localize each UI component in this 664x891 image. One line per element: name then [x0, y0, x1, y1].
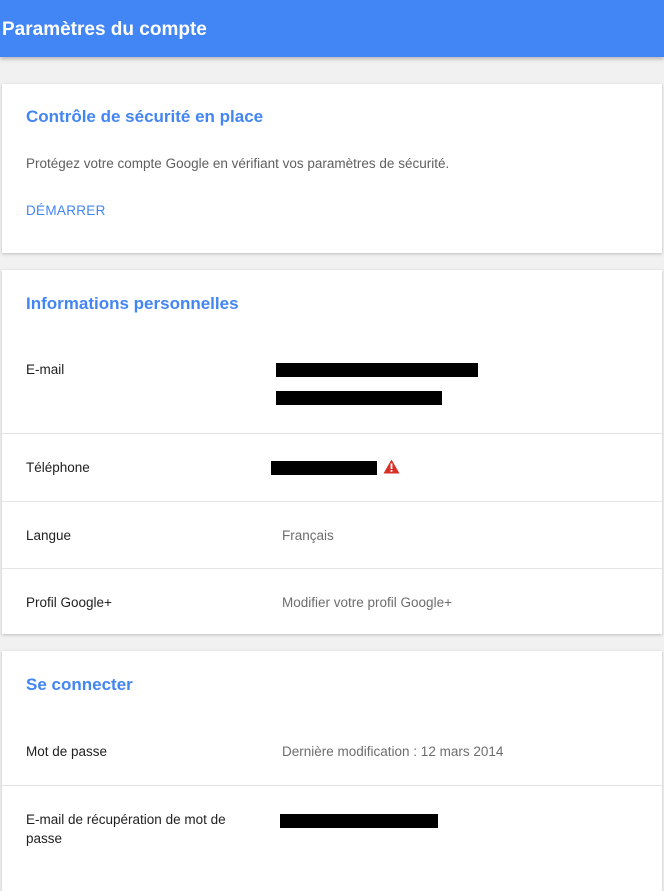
google-plus-value: Modifier votre profil Google+: [282, 595, 452, 610]
password-value: Dernière modification : 12 mars 2014: [282, 744, 504, 759]
recovery-email-label: E-mail de récupération de mot de passe: [26, 812, 226, 846]
top-app-bar: Paramètres du compte: [0, 0, 664, 57]
start-button[interactable]: DÉMARRER: [26, 203, 106, 218]
personal-card-title: Informations personnelles: [26, 294, 239, 313]
sign-in-card-title: Se connecter: [26, 675, 133, 694]
language-label: Langue: [26, 528, 72, 543]
email-redacted-1: [276, 363, 478, 377]
warning-triangle-icon: [383, 459, 400, 474]
personal-info-card: Informations personnelles E-mail Télépho…: [2, 270, 662, 634]
page-title: Paramètres du compte: [2, 18, 207, 40]
password-row[interactable]: Mot de passe Dernière modification : 12 …: [2, 719, 662, 785]
google-plus-label: Profil Google+: [26, 595, 112, 610]
security-checkup-card: Contrôle de sécurité en place Protégez v…: [2, 84, 662, 253]
phone-row[interactable]: Téléphone: [2, 433, 662, 501]
email-label: E-mail: [26, 362, 65, 377]
sign-in-card: Se connecter Mot de passe Dernière modif…: [2, 651, 662, 891]
phone-label: Téléphone: [26, 460, 90, 475]
email-redacted-2: [276, 391, 442, 405]
phone-redacted: [271, 461, 377, 475]
security-card-description: Protégez votre compte Google en vérifian…: [26, 156, 450, 171]
email-row[interactable]: E-mail: [2, 340, 662, 433]
password-label: Mot de passe: [26, 744, 108, 759]
recovery-email-row[interactable]: E-mail de récupération de mot de passe: [2, 785, 662, 875]
security-card-title: Contrôle de sécurité en place: [26, 107, 264, 126]
language-row[interactable]: Langue Français: [2, 501, 662, 568]
google-plus-row[interactable]: Profil Google+ Modifier votre profil Goo…: [2, 568, 662, 634]
language-value: Français: [282, 528, 334, 543]
recovery-email-redacted: [280, 814, 438, 828]
